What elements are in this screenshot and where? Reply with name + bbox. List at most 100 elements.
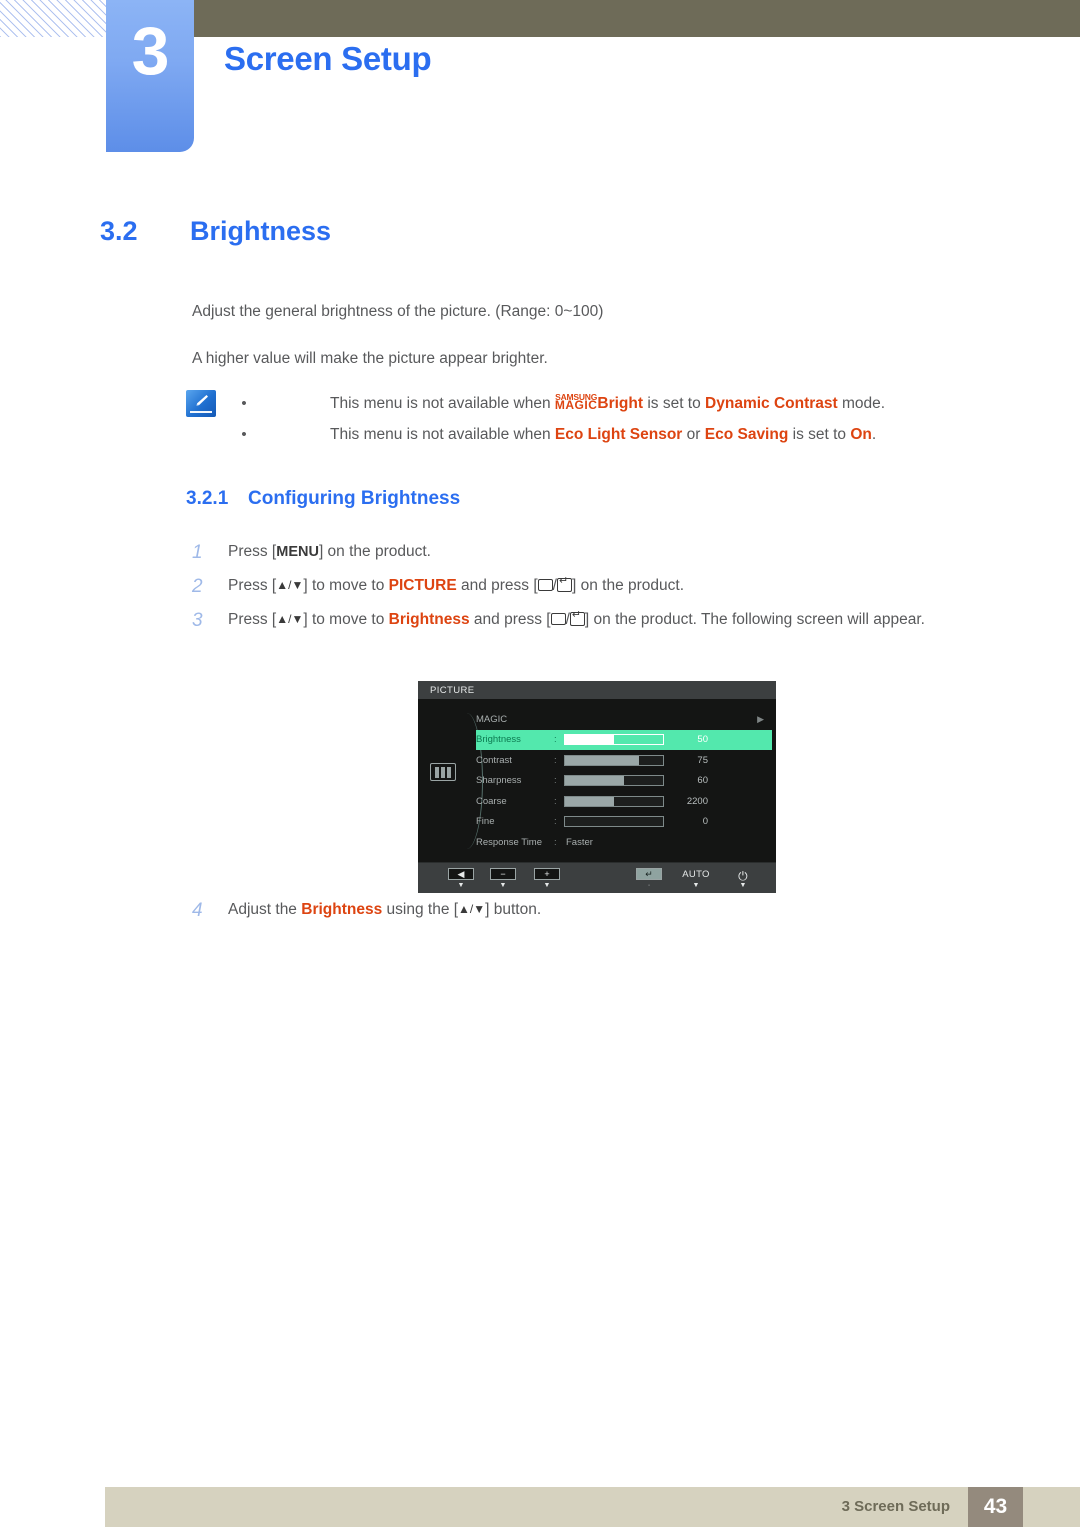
- back-icon: ◀: [457, 868, 465, 879]
- plus-button-caret-icon: ▼: [543, 882, 551, 889]
- osd-label: Contrast: [476, 754, 512, 766]
- step-text: Adjust the Brightness using the [▲/▼] bu…: [228, 898, 982, 922]
- subsection-title: Configuring Brightness: [248, 488, 461, 509]
- osd-menu-rows: MAGIC ▶ Brightness : 50 Contrast : 75 Sh…: [476, 709, 772, 853]
- chapter-title: Screen Setup: [224, 40, 432, 77]
- step-text-mid1: ] to move to: [303, 577, 389, 594]
- osd-title: PICTURE: [430, 684, 475, 696]
- bullet-icon: •: [241, 426, 247, 443]
- decorative-hatch-pattern: [0, 0, 106, 37]
- osd-slider-contrast[interactable]: [564, 754, 664, 766]
- osd-body: MAGIC ▶ Brightness : 50 Contrast : 75 Sh…: [418, 699, 776, 862]
- note-highlight-on: On: [850, 426, 872, 443]
- section-title: Brightness: [190, 216, 332, 246]
- osd-label: MAGIC: [476, 713, 508, 725]
- osd-slider-fill: [565, 776, 624, 786]
- step-index: 4: [192, 900, 203, 921]
- source-key-icon: [537, 579, 553, 591]
- step-text-pre: Press [: [228, 577, 277, 594]
- note-text-prefix: This menu is not available when: [330, 395, 555, 412]
- step-text-pre: Press [: [228, 543, 277, 560]
- osd-value: 2200: [686, 795, 708, 807]
- step-text-post: ] on the product. The following screen w…: [584, 611, 925, 628]
- note-icon-baseline: [190, 411, 212, 413]
- step-highlight-brightness: Brightness: [388, 611, 470, 628]
- osd-footer-toolbar: ◀ ▼ − ▼ + ▼ ↵ · AUTO ▼ ⏻ ▼: [418, 862, 776, 893]
- up-down-arrows-icon: ▲/▼: [458, 902, 486, 916]
- auto-button[interactable]: AUTO: [676, 869, 716, 880]
- osd-slider-fill: [565, 755, 639, 765]
- osd-row-magic[interactable]: MAGIC ▶: [476, 709, 772, 730]
- step-text-mid1: ] to move to: [303, 611, 389, 628]
- step-text: Press [MENU] on the product.: [228, 540, 982, 564]
- osd-label: Sharpness: [476, 775, 522, 787]
- subsection-heading: 3.2.1 Configuring Brightness: [186, 488, 460, 510]
- osd-slider-brightness[interactable]: [564, 734, 664, 746]
- osd-label: Fine: [476, 816, 495, 828]
- osd-value: 0: [702, 816, 708, 828]
- minus-button[interactable]: −: [490, 868, 516, 880]
- osd-colon: :: [554, 795, 557, 807]
- step-item: 4 Adjust the Brightness using the [▲/▼] …: [192, 898, 982, 922]
- enter-key-icon: [556, 575, 572, 592]
- step-item: 2 Press [▲/▼] to move to PICTURE and pre…: [192, 574, 982, 598]
- power-button-caret-icon: ▼: [739, 882, 747, 889]
- plus-button[interactable]: +: [534, 868, 560, 880]
- osd-row-contrast[interactable]: Contrast : 75: [476, 750, 772, 771]
- plus-icon: +: [544, 868, 550, 879]
- step-text: Press [▲/▼] to move to PICTURE and press…: [228, 574, 982, 598]
- osd-menu-screenshot: PICTURE MAGIC ▶ Brightness : 50 Contrast…: [418, 681, 776, 893]
- note-highlight-eco-saving: Eco Saving: [704, 426, 789, 443]
- enter-icon: ↵: [645, 868, 653, 879]
- step-index: 1: [192, 542, 203, 563]
- osd-slider-fine[interactable]: [564, 816, 664, 828]
- enter-button-caret-icon: ·: [647, 882, 651, 889]
- back-button[interactable]: ◀: [448, 868, 474, 880]
- section-number: 3.2: [100, 216, 138, 246]
- up-down-arrows-icon: ▲/▼: [276, 612, 304, 626]
- note-logo-suffix: Bright: [597, 395, 644, 412]
- step-text-mid2: and press [: [456, 577, 538, 594]
- note-list: • This menu is not available when SAMSUNG…: [240, 388, 985, 450]
- picture-icon-bar: [435, 766, 439, 778]
- section-heading: 3.2 Brightness: [100, 216, 980, 247]
- samsung-magic-logo: SAMSUNG MAGIC: [554, 393, 598, 412]
- osd-colon: :: [554, 836, 557, 848]
- osd-row-coarse[interactable]: Coarse : 2200: [476, 791, 772, 812]
- osd-slider-fill: [565, 735, 614, 745]
- osd-row-response-time[interactable]: Response Time : Faster: [476, 832, 772, 853]
- subsection-number: 3.2.1: [186, 488, 229, 509]
- step-item: 3 Press [▲/▼] to move to Brightness and …: [192, 608, 982, 632]
- osd-row-sharpness[interactable]: Sharpness : 60: [476, 771, 772, 792]
- step-highlight-brightness: Brightness: [301, 901, 383, 918]
- osd-row-brightness[interactable]: Brightness : 50: [476, 729, 772, 750]
- bullet-icon: •: [241, 395, 247, 412]
- step-text: Press [▲/▼] to move to Brightness and pr…: [228, 608, 982, 632]
- note-text-middle-1: or: [682, 426, 705, 443]
- minus-icon: −: [500, 868, 506, 879]
- osd-colon: :: [554, 775, 557, 787]
- logo-line-magic: MAGIC: [554, 398, 598, 412]
- osd-slider-sharpness[interactable]: [564, 775, 664, 787]
- enter-key-icon: [569, 609, 585, 626]
- auto-button-caret-icon: ▼: [692, 882, 700, 889]
- osd-slider-coarse[interactable]: [564, 795, 664, 807]
- osd-row-fine[interactable]: Fine : 0: [476, 812, 772, 833]
- osd-label: Brightness: [476, 734, 521, 746]
- page-footer: 3 Screen Setup 43: [105, 1487, 1080, 1527]
- up-down-arrows-icon: ▲/▼: [276, 578, 304, 592]
- enter-button[interactable]: ↵: [636, 868, 662, 880]
- step-index: 2: [192, 576, 203, 597]
- step-highlight-picture: PICTURE: [388, 577, 457, 594]
- note-highlight-dynamic-contrast: Dynamic Contrast: [705, 395, 838, 412]
- step-text-post: ] button.: [485, 901, 542, 918]
- header-olive-bar: [193, 0, 1080, 37]
- minus-button-caret-icon: ▼: [499, 882, 507, 889]
- note-item: • This menu is not available when Eco Lig…: [240, 419, 985, 450]
- osd-label: Coarse: [476, 795, 507, 807]
- step-text-post: ] on the product.: [318, 543, 431, 560]
- note-text-prefix: This menu is not available when: [330, 426, 555, 443]
- picture-icon-bar: [441, 766, 445, 778]
- note-text-suffix: .: [871, 426, 877, 443]
- osd-value: 75: [697, 754, 708, 766]
